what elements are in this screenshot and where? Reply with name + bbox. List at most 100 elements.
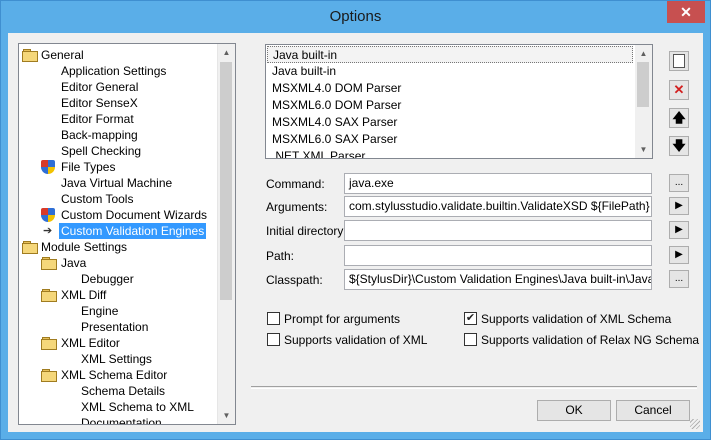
tree-item-label: Documentation — [81, 416, 162, 425]
path-label: Path: — [266, 249, 295, 263]
arguments-label: Arguments: — [266, 200, 328, 214]
ok-button[interactable]: OK — [537, 400, 611, 421]
tree-item-label: Editor Format — [61, 112, 134, 126]
tree-item-label: Custom Validation Engines — [59, 223, 207, 239]
tree-item[interactable]: Application Settings — [19, 63, 215, 79]
tree-item[interactable]: XML Editor — [19, 335, 215, 351]
tree-item[interactable]: Module Settings — [19, 239, 215, 255]
tree-item-label: Presentation — [81, 320, 149, 334]
cancel-button[interactable]: Cancel — [616, 400, 690, 421]
folder-icon — [41, 257, 57, 270]
tree-item[interactable]: Editor General — [19, 79, 215, 95]
classpath-browse-button[interactable]: ... — [669, 270, 689, 288]
checkbox-label: Supports validation of XML — [284, 333, 428, 347]
new-icon — [673, 54, 685, 68]
engine-list-item[interactable]: .NET XML Parser — [272, 148, 365, 158]
initial-directory-insert-button[interactable]: ▶ — [669, 221, 689, 239]
move-up-button[interactable]: 🡅 — [669, 108, 689, 128]
classpath-label: Classpath: — [266, 273, 323, 287]
tree-item[interactable]: General — [19, 47, 215, 63]
tree-item-label: Editor General — [61, 80, 139, 94]
tree-item-label: Editor SenseX — [61, 96, 138, 110]
tree-item-label: Engine — [81, 304, 119, 318]
folder-icon — [41, 369, 57, 382]
tree-item-label: Back-mapping — [61, 128, 138, 142]
options-tree[interactable]: General Application Settings Editor Genera… — [18, 43, 236, 425]
tree-item[interactable]: File Types — [19, 159, 215, 175]
tree-item-label: Schema Details — [81, 384, 166, 398]
move-down-button[interactable]: 🡇 — [669, 136, 689, 156]
scroll-thumb[interactable] — [637, 62, 649, 107]
close-button[interactable]: ✕ — [667, 1, 705, 23]
path-field[interactable] — [344, 245, 652, 266]
engine-list-item[interactable]: MSXML4.0 SAX Parser — [272, 114, 397, 131]
tree-item[interactable]: Java — [19, 255, 215, 271]
path-insert-button[interactable]: ▶ — [669, 246, 689, 264]
tree-item[interactable]: XML Diff — [19, 287, 215, 303]
validation-engine-list[interactable]: Java built-in Java built-in MSXML4.0 DOM P… — [265, 44, 653, 159]
options-window: Options ✕ General Application Settings Edi… — [0, 0, 711, 440]
tree-item[interactable]: Schema Details — [19, 383, 215, 399]
move-down-icon: 🡇 — [672, 138, 686, 153]
engine-list-item[interactable]: MSXML6.0 DOM Parser — [272, 97, 401, 114]
tree-item[interactable]: XML Settings — [19, 351, 215, 367]
tree-item-label: Java Virtual Machine — [61, 176, 173, 190]
delete-engine-button[interactable]: ✕ — [669, 80, 689, 100]
scroll-down-icon[interactable]: ▼ — [218, 407, 235, 424]
tree-item-label: XML Settings — [81, 352, 152, 366]
tree-item[interactable]: Documentation — [19, 415, 215, 425]
resize-grip-icon[interactable] — [690, 419, 700, 429]
tree-item-label: Java — [61, 256, 87, 270]
tree-item[interactable]: XML Schema to XML — [19, 399, 215, 415]
divider — [251, 386, 697, 389]
scroll-down-icon[interactable]: ▼ — [635, 141, 652, 158]
shield-icon — [41, 208, 55, 222]
arrow-icon: ➔ — [43, 225, 53, 237]
tree-item[interactable]: XML Schema Editor — [19, 367, 215, 383]
folder-icon — [41, 337, 57, 350]
tree-item[interactable]: Presentation — [19, 319, 215, 335]
arguments-insert-button[interactable]: ▶ — [669, 197, 689, 215]
tree-item[interactable]: Debugger — [19, 271, 215, 287]
checkbox-icon: ✔ — [464, 312, 477, 325]
engine-list-item[interactable]: MSXML6.0 SAX Parser — [272, 131, 397, 148]
folder-icon — [41, 289, 57, 302]
checkbox-label: Supports validation of XML Schema — [481, 312, 672, 326]
checkbox-icon — [267, 333, 280, 346]
delete-icon: ✕ — [673, 82, 685, 97]
tree-item-label: XML Diff — [61, 288, 107, 302]
tree-item[interactable]: Custom Tools — [19, 191, 215, 207]
tree-item-label: General — [41, 48, 84, 62]
tree-item[interactable]: Spell Checking — [19, 143, 215, 159]
engine-list-item[interactable]: Java built-in — [267, 46, 633, 63]
tree-item-label: Spell Checking — [61, 144, 142, 158]
initial-directory-field[interactable] — [344, 220, 652, 241]
tree-item[interactable]: Java Virtual Machine — [19, 175, 215, 191]
tree-item[interactable]: ➔ Custom Validation Engines — [19, 223, 215, 239]
tree-item-label: Debugger — [81, 272, 134, 286]
engine-list-item[interactable]: Java built-in — [272, 63, 336, 80]
tree-item-label: XML Editor — [61, 336, 120, 350]
engine-list-item[interactable]: MSXML4.0 DOM Parser — [272, 80, 401, 97]
folder-icon — [22, 49, 38, 62]
folder-icon — [22, 241, 38, 254]
scroll-up-icon[interactable]: ▲ — [635, 45, 652, 62]
new-engine-button[interactable] — [669, 51, 689, 71]
tree-item[interactable]: Custom Document Wizards — [19, 207, 215, 223]
command-browse-button[interactable]: ... — [669, 174, 689, 192]
tree-item[interactable]: Back-mapping — [19, 127, 215, 143]
classpath-field[interactable]: ${StylusDir}\Custom Validation Engines\J… — [344, 269, 652, 290]
scroll-thumb[interactable] — [220, 62, 232, 300]
tree-item-label: Module Settings — [41, 240, 128, 254]
tree-item[interactable]: Editor SenseX — [19, 95, 215, 111]
checkbox-icon — [464, 333, 477, 346]
engine-list-scrollbar[interactable]: ▲ ▼ — [635, 45, 652, 158]
tree-item[interactable]: Editor Format — [19, 111, 215, 127]
tree-scrollbar[interactable]: ▲ ▼ — [217, 44, 235, 424]
tree-item[interactable]: Engine — [19, 303, 215, 319]
scroll-up-icon[interactable]: ▲ — [218, 44, 235, 61]
command-field[interactable]: java.exe — [344, 173, 652, 194]
tree-item-label: File Types — [61, 160, 116, 174]
tree-item-label: Application Settings — [61, 64, 167, 78]
arguments-field[interactable]: com.stylusstudio.validate.builtin.Valida… — [344, 196, 652, 217]
